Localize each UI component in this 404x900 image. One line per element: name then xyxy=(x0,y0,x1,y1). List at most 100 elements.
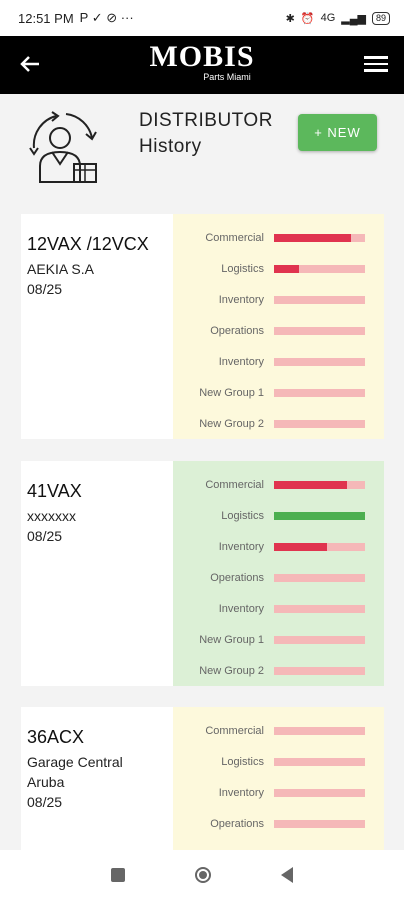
metric-label: New Group 2 xyxy=(199,664,264,677)
home-icon xyxy=(199,871,207,879)
metric-label: Logistics xyxy=(221,755,264,768)
metric-row: Logistics xyxy=(173,500,384,531)
metric-label: Inventory xyxy=(218,355,264,368)
metric-row: Inventory xyxy=(173,593,384,624)
metric-progress-bar xyxy=(274,757,365,766)
metric-label: Inventory xyxy=(218,293,264,306)
metric-row: New Group 1 xyxy=(173,377,384,408)
distributor-icon xyxy=(29,111,97,183)
card-code: 41VAX xyxy=(27,481,82,501)
metric-label: Operations xyxy=(210,571,264,584)
metric-label: New Group 1 xyxy=(199,386,264,399)
card-detail: AEKIA S.A xyxy=(27,261,94,277)
metric-label: Commercial xyxy=(205,724,264,737)
metric-progress-fill xyxy=(274,480,347,489)
metric-row: Operations xyxy=(173,315,384,346)
metric-label: Inventory xyxy=(218,602,264,615)
metric-row: Commercial xyxy=(173,469,384,500)
metric-progress-bar xyxy=(274,542,365,551)
new-button[interactable]: + NEW xyxy=(298,114,377,151)
distributor-card[interactable]: 36ACX Garage Central Aruba 08/25 Commercial L… xyxy=(21,707,384,867)
metric-progress-bar xyxy=(274,295,365,304)
metric-label: Operations xyxy=(210,817,264,830)
status-right: ✱ ⏰ 4G ▂▄▆ 89 xyxy=(285,11,390,25)
page-title-line1: DISTRIBUTOR xyxy=(139,110,273,131)
hamburger-icon-line xyxy=(364,56,388,59)
metric-progress-bar xyxy=(274,233,365,242)
metric-label: Logistics xyxy=(221,509,264,522)
card-detail: 08/25 xyxy=(27,281,63,297)
metric-label: Inventory xyxy=(218,786,264,799)
metric-label: Commercial xyxy=(205,478,264,491)
page-title: DISTRIBUTOR History xyxy=(139,108,273,160)
metric-progress-fill xyxy=(274,264,299,273)
card-detail: xxxxxxx xyxy=(27,508,76,524)
metric-progress-bar xyxy=(274,264,365,273)
metric-progress-bar xyxy=(274,819,365,828)
system-nav-bar xyxy=(0,850,404,900)
page-title-line2: History xyxy=(139,136,202,157)
metric-progress-bar xyxy=(274,388,365,397)
card-info: 12VAX /12VCX AEKIA S.A 08/25 xyxy=(21,214,173,439)
app-bar: MOBIS Parts Miami xyxy=(0,36,404,94)
metric-progress-bar xyxy=(274,604,365,613)
metric-row: Operations xyxy=(173,562,384,593)
metric-row: New Group 2 xyxy=(173,408,384,439)
metric-progress-bar xyxy=(274,726,365,735)
card-code: 12VAX /12VCX xyxy=(27,234,149,254)
status-bar: 12:51 PM P ✓ ⊘ ··· ✱ ⏰ 4G ▂▄▆ 89 xyxy=(0,0,404,36)
alarm-icon: ⏰ xyxy=(300,12,315,25)
metric-row: Commercial xyxy=(173,222,384,253)
bluetooth-icon: ✱ xyxy=(285,12,295,25)
page-header: DISTRIBUTOR History + NEW xyxy=(0,100,404,200)
metric-row: Commercial xyxy=(173,715,384,746)
metric-label: Inventory xyxy=(218,540,264,553)
metric-row: Inventory xyxy=(173,346,384,377)
metric-row: Inventory xyxy=(173,531,384,562)
metric-label: Logistics xyxy=(221,262,264,275)
signal-icon: ▂▄▆ xyxy=(341,12,366,25)
menu-button[interactable] xyxy=(364,52,388,76)
card-detail: 08/25 xyxy=(27,794,63,810)
distributor-card[interactable]: 41VAX xxxxxxx 08/25 Commercial Logistics Inve… xyxy=(21,461,384,686)
metric-row: Inventory xyxy=(173,284,384,315)
metric-progress-bar xyxy=(274,666,365,675)
metric-row: New Group 2 xyxy=(173,655,384,686)
metric-row: Operations xyxy=(173,808,384,839)
card-detail: Garage Central xyxy=(27,754,123,770)
metric-label: New Group 1 xyxy=(199,633,264,646)
logo-text: MOBIS xyxy=(149,40,255,73)
card-info: 36ACX Garage Central Aruba 08/25 xyxy=(21,707,173,867)
status-time: 12:51 PM xyxy=(18,10,74,26)
metric-progress-bar xyxy=(274,419,365,428)
card-code: 36ACX xyxy=(27,727,85,747)
metric-progress-bar xyxy=(274,480,365,489)
metric-row: New Group 1 xyxy=(173,624,384,655)
back-nav-button[interactable] xyxy=(281,867,293,883)
card-detail: 08/25 xyxy=(27,528,63,544)
hamburger-icon-line xyxy=(364,69,388,72)
card-metrics: Commercial Logistics Inventory Operations In… xyxy=(173,214,384,439)
card-detail: Aruba xyxy=(27,774,65,790)
card-metrics: CommercialLogisticsInventoryOperationsIn… xyxy=(173,707,384,867)
card-metrics: Commercial Logistics Inventory Operations In… xyxy=(173,461,384,686)
hamburger-icon-line xyxy=(364,62,388,65)
recents-button[interactable] xyxy=(111,868,125,882)
card-info: 41VAX xxxxxxx 08/25 xyxy=(21,461,173,686)
metric-label: New Group 2 xyxy=(199,417,264,430)
home-button[interactable] xyxy=(195,867,211,883)
status-left: 12:51 PM P ✓ ⊘ ··· xyxy=(18,10,134,26)
metric-progress-bar xyxy=(274,357,365,366)
metric-row: Inventory xyxy=(173,777,384,808)
metric-progress-fill xyxy=(274,233,352,242)
metric-label: Operations xyxy=(210,324,264,337)
metric-progress-bar xyxy=(274,788,365,797)
metric-progress-bar xyxy=(274,635,365,644)
network-label: 4G xyxy=(320,12,336,24)
metric-row: Logistics xyxy=(173,253,384,284)
metric-progress-bar xyxy=(274,326,365,335)
distributor-card[interactable]: 12VAX /12VCX AEKIA S.A 08/25 Commercial Logi… xyxy=(21,214,384,439)
notification-icons: P ✓ ⊘ ··· xyxy=(79,10,134,25)
metric-progress-bar xyxy=(274,511,365,520)
battery-icon: 89 xyxy=(371,11,390,25)
